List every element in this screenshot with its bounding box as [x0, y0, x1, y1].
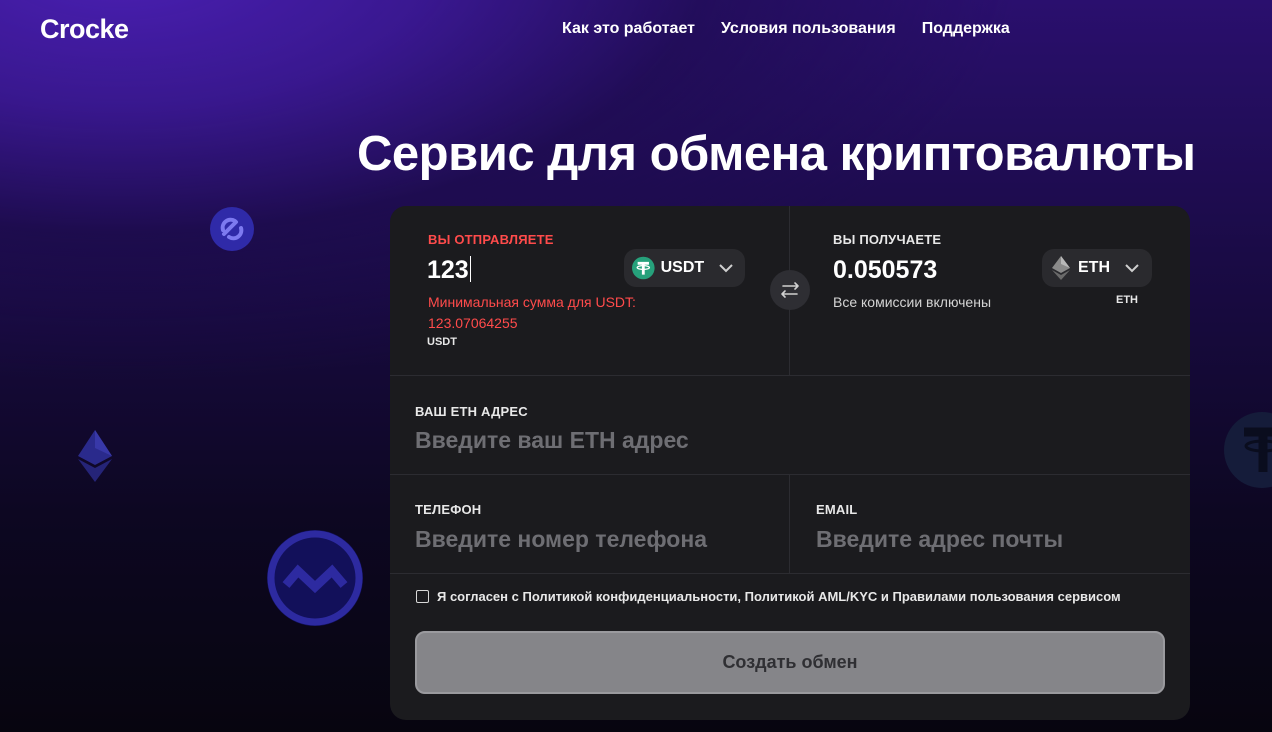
min-amount-error: Минимальная сумма для USDT: 123.07064255 — [428, 294, 636, 331]
receive-amount: 0.050573 — [833, 256, 938, 284]
create-exchange-button[interactable]: Создать обмен — [415, 631, 1165, 694]
phone-input[interactable]: Введите номер телефона — [415, 526, 707, 553]
monero-decorative-icon — [267, 530, 363, 626]
phone-label: ТЕЛЕФОН — [415, 502, 482, 517]
agreement-row: Я согласен с Политикой конфиденциальност… — [416, 589, 1121, 604]
send-currency-label: USDT — [660, 259, 705, 276]
ethereum-icon — [1052, 256, 1070, 280]
exchange-card: ВЫ ОТПРАВЛЯЕТЕ 123 USDT Минимальная сумм… — [390, 206, 1190, 720]
ethereum-decorative-icon — [78, 430, 112, 482]
tether-decorative-icon — [1224, 412, 1272, 488]
send-label: ВЫ ОТПРАВЛЯЕТЕ — [428, 232, 554, 247]
fees-note: Все комиссии включены — [833, 294, 992, 310]
swap-currencies-button[interactable] — [770, 270, 810, 310]
text-caret — [469, 256, 471, 282]
address-input[interactable]: Введите ваш ETH адрес — [415, 427, 689, 454]
receive-currency-select[interactable]: ETH — [1042, 249, 1152, 287]
chevron-down-icon — [716, 258, 735, 278]
logo[interactable]: Crocke — [40, 14, 129, 45]
page-title: Сервис для обмена криптовалюты — [357, 127, 1196, 181]
divider — [390, 474, 1190, 475]
send-currency-select[interactable]: USDT — [624, 249, 745, 287]
chevron-down-icon — [1122, 258, 1142, 278]
receive-currency-label: ETH — [1078, 259, 1110, 276]
agreement-checkbox[interactable] — [416, 590, 429, 603]
email-input[interactable]: Введите адрес почты — [816, 526, 1063, 553]
send-amount-input[interactable]: 123 — [427, 256, 471, 285]
nav-how-it-works[interactable]: Как это работает — [562, 20, 695, 38]
divider — [390, 375, 1190, 376]
receive-label: ВЫ ПОЛУЧАЕТЕ — [833, 232, 942, 247]
nav-support[interactable]: Поддержка — [922, 20, 1010, 38]
decorative-coin-icon — [210, 207, 254, 251]
agreement-text[interactable]: Я согласен с Политикой конфиденциальност… — [437, 589, 1121, 604]
swap-arrows-icon — [781, 282, 799, 298]
nav-terms[interactable]: Условия пользования — [721, 20, 896, 38]
divider — [390, 573, 1190, 574]
address-label: ВАШ ETH АДРЕС — [415, 404, 528, 419]
tether-icon — [632, 256, 655, 280]
main-nav: Как это работает Условия пользования Под… — [562, 20, 1010, 38]
divider — [789, 474, 790, 573]
send-network-label: USDT — [427, 336, 457, 348]
receive-network-label: ETH — [1116, 294, 1138, 306]
email-label: EMAIL — [816, 502, 858, 517]
